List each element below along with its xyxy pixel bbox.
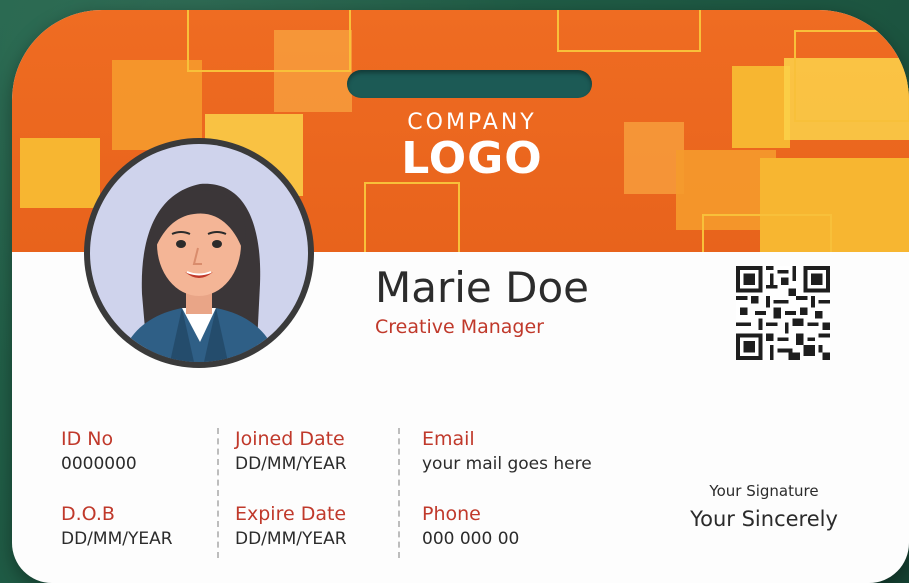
decor-square (732, 66, 790, 148)
phone-field: Phone 000 000 00 (422, 501, 519, 551)
expire-date-value: DD/MM/YEAR (235, 529, 347, 549)
decor-outline (364, 182, 460, 252)
employee-title: Creative Manager (375, 316, 544, 338)
decor-square (112, 60, 202, 150)
company-logo: COMPANY LOGO (372, 110, 572, 182)
lanyard-slot (347, 70, 592, 98)
column-divider (398, 428, 400, 558)
dob-field: D.O.B DD/MM/YEAR (61, 501, 173, 551)
decor-square (20, 138, 100, 208)
decor-outline (794, 30, 909, 122)
signature-label: Your Signature (709, 482, 819, 500)
id-label: ID No (61, 428, 114, 450)
signature-block: Your Signature Your Sincerely (664, 480, 864, 536)
avatar (84, 138, 314, 368)
decor-square (624, 122, 684, 194)
expire-date-label: Expire Date (235, 503, 347, 525)
email-value: your mail goes here (422, 454, 592, 474)
decor-outline (187, 10, 351, 72)
decor-outline (702, 214, 832, 252)
expire-date-field: Expire Date DD/MM/YEAR (235, 501, 347, 551)
woman-avatar-icon (90, 144, 308, 362)
decor-outline (557, 10, 701, 52)
email-label: Email (422, 428, 475, 450)
email-field: Email your mail goes here (422, 426, 592, 476)
joined-date-value: DD/MM/YEAR (235, 454, 347, 474)
phone-value: 000 000 00 (422, 529, 520, 549)
qr-code-icon (736, 266, 830, 360)
id-field: ID No 0000000 (61, 426, 137, 476)
signature-value: Your Sincerely (690, 507, 838, 531)
id-card: COMPANY LOGO Marie Doe Creative Manager … (12, 10, 909, 583)
phone-label: Phone (422, 503, 481, 525)
employee-name: Marie Doe (375, 263, 589, 312)
joined-date-label: Joined Date (235, 428, 345, 450)
logo-main-text: LOGO (401, 133, 543, 184)
joined-date-field: Joined Date DD/MM/YEAR (235, 426, 347, 476)
dob-label: D.O.B (61, 503, 115, 525)
id-value: 0000000 (61, 454, 137, 474)
dob-value: DD/MM/YEAR (61, 529, 173, 549)
column-divider (217, 428, 219, 558)
